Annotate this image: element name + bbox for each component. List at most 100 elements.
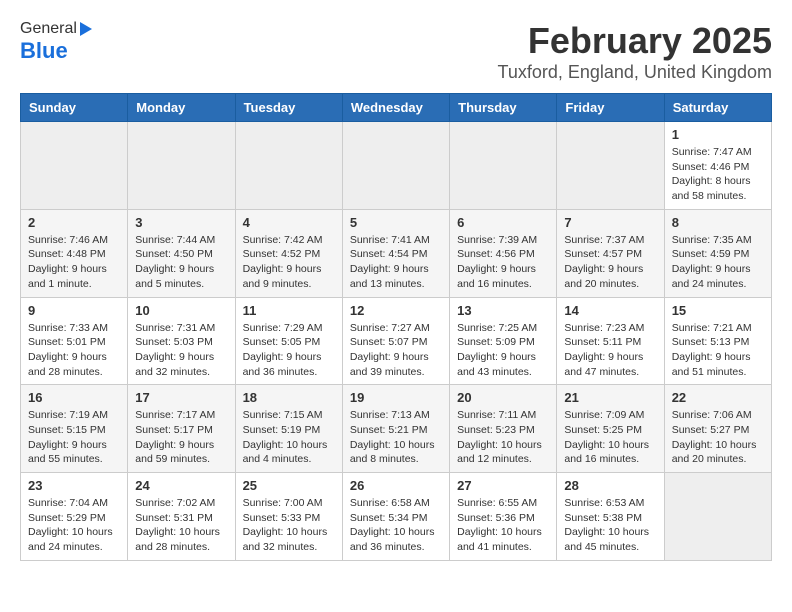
calendar-cell: 17 Sunrise: 7:17 AMSunset: 5:17 PMDayligh… [128,385,235,473]
day-info: Sunrise: 6:58 AMSunset: 5:34 PMDaylight:… [350,496,442,555]
calendar-cell: 6 Sunrise: 7:39 AMSunset: 4:56 PMDaylight… [450,209,557,297]
calendar-cell: 5 Sunrise: 7:41 AMSunset: 4:54 PMDaylight… [342,209,449,297]
weekday-header-monday: Monday [128,94,235,122]
calendar-cell: 20 Sunrise: 7:11 AMSunset: 5:23 PMDayligh… [450,385,557,473]
day-info: Sunrise: 7:21 AMSunset: 5:13 PMDaylight:… [672,321,764,380]
calendar-cell: 16Sunrise: 7:19 AMSunset: 5:15 PMDayligh… [21,385,128,473]
day-number: 4 [243,215,335,230]
day-number: 7 [564,215,656,230]
calendar-location: Tuxford, England, United Kingdom [498,62,773,83]
day-number: 8 [672,215,764,230]
day-number: 6 [457,215,549,230]
calendar-cell: 15 Sunrise: 7:21 AMSunset: 5:13 PMDayligh… [664,297,771,385]
day-info: Sunrise: 7:11 AMSunset: 5:23 PMDaylight:… [457,408,549,467]
day-number: 23 [28,478,120,493]
calendar-cell [450,122,557,210]
calendar-cell: 11 Sunrise: 7:29 AMSunset: 5:05 PMDayligh… [235,297,342,385]
calendar-cell [342,122,449,210]
day-number: 17 [135,390,227,405]
day-info: Sunrise: 7:44 AMSunset: 4:50 PMDaylight:… [135,233,227,292]
logo-general-text: General [20,20,77,38]
day-info: Sunrise: 7:09 AMSunset: 5:25 PMDaylight:… [564,408,656,467]
week-row-1: 1 Sunrise: 7:47 AMSunset: 4:46 PMDaylight… [21,122,772,210]
week-row-4: 16Sunrise: 7:19 AMSunset: 5:15 PMDayligh… [21,385,772,473]
day-number: 22 [672,390,764,405]
day-info: Sunrise: 7:02 AMSunset: 5:31 PMDaylight:… [135,496,227,555]
day-info: Sunrise: 7:17 AMSunset: 5:17 PMDaylight:… [135,408,227,467]
day-info: Sunrise: 7:42 AMSunset: 4:52 PMDaylight:… [243,233,335,292]
day-info: Sunrise: 7:37 AMSunset: 4:57 PMDaylight:… [564,233,656,292]
calendar-cell: 25Sunrise: 7:00 AMSunset: 5:33 PMDayligh… [235,473,342,561]
day-number: 21 [564,390,656,405]
day-info: Sunrise: 7:39 AMSunset: 4:56 PMDaylight:… [457,233,549,292]
day-info: Sunrise: 7:25 AMSunset: 5:09 PMDaylight:… [457,321,549,380]
day-number: 5 [350,215,442,230]
day-number: 28 [564,478,656,493]
day-number: 26 [350,478,442,493]
weekday-header-saturday: Saturday [664,94,771,122]
day-info: Sunrise: 6:53 AMSunset: 5:38 PMDaylight:… [564,496,656,555]
calendar-table: SundayMondayTuesdayWednesdayThursdayFrid… [20,93,772,561]
logo-blue-text: Blue [20,38,68,64]
calendar-cell [21,122,128,210]
page-header: General Blue February 2025 Tuxford, Engl… [20,20,772,83]
day-number: 14 [564,303,656,318]
day-info: Sunrise: 7:35 AMSunset: 4:59 PMDaylight:… [672,233,764,292]
week-row-3: 9Sunrise: 7:33 AMSunset: 5:01 PMDaylight… [21,297,772,385]
day-number: 1 [672,127,764,142]
day-info: Sunrise: 7:19 AMSunset: 5:15 PMDaylight:… [28,408,120,467]
calendar-cell: 19 Sunrise: 7:13 AMSunset: 5:21 PMDayligh… [342,385,449,473]
calendar-cell: 23 Sunrise: 7:04 AMSunset: 5:29 PMDayligh… [21,473,128,561]
weekday-header-tuesday: Tuesday [235,94,342,122]
weekday-header-thursday: Thursday [450,94,557,122]
calendar-cell: 27 Sunrise: 6:55 AMSunset: 5:36 PMDayligh… [450,473,557,561]
day-number: 24 [135,478,227,493]
day-number: 18 [243,390,335,405]
weekday-header-friday: Friday [557,94,664,122]
day-info: Sunrise: 7:31 AMSunset: 5:03 PMDaylight:… [135,321,227,380]
calendar-cell [664,473,771,561]
day-number: 27 [457,478,549,493]
calendar-cell [557,122,664,210]
day-info: Sunrise: 7:47 AMSunset: 4:46 PMDaylight:… [672,145,764,204]
week-row-2: 2 Sunrise: 7:46 AMSunset: 4:48 PMDaylight… [21,209,772,297]
calendar-cell: 18 Sunrise: 7:15 AMSunset: 5:19 PMDayligh… [235,385,342,473]
day-number: 19 [350,390,442,405]
day-number: 3 [135,215,227,230]
day-info: Sunrise: 7:27 AMSunset: 5:07 PMDaylight:… [350,321,442,380]
day-info: Sunrise: 7:46 AMSunset: 4:48 PMDaylight:… [28,233,120,292]
calendar-cell: 10Sunrise: 7:31 AMSunset: 5:03 PMDayligh… [128,297,235,385]
calendar-cell: 7 Sunrise: 7:37 AMSunset: 4:57 PMDaylight… [557,209,664,297]
day-number: 15 [672,303,764,318]
day-info: Sunrise: 7:23 AMSunset: 5:11 PMDaylight:… [564,321,656,380]
day-info: Sunrise: 7:15 AMSunset: 5:19 PMDaylight:… [243,408,335,467]
day-number: 11 [243,303,335,318]
calendar-title: February 2025 [498,20,773,62]
day-info: Sunrise: 7:29 AMSunset: 5:05 PMDaylight:… [243,321,335,380]
calendar-cell [235,122,342,210]
day-info: Sunrise: 7:06 AMSunset: 5:27 PMDaylight:… [672,408,764,467]
calendar-cell: 3 Sunrise: 7:44 AMSunset: 4:50 PMDaylight… [128,209,235,297]
calendar-cell: 14 Sunrise: 7:23 AMSunset: 5:11 PMDayligh… [557,297,664,385]
calendar-cell: 24 Sunrise: 7:02 AMSunset: 5:31 PMDayligh… [128,473,235,561]
calendar-cell: 12 Sunrise: 7:27 AMSunset: 5:07 PMDayligh… [342,297,449,385]
day-info: Sunrise: 6:55 AMSunset: 5:36 PMDaylight:… [457,496,549,555]
calendar-cell: 1 Sunrise: 7:47 AMSunset: 4:46 PMDaylight… [664,122,771,210]
weekday-header-wednesday: Wednesday [342,94,449,122]
logo: General Blue [20,20,92,64]
day-number: 20 [457,390,549,405]
day-info: Sunrise: 7:04 AMSunset: 5:29 PMDaylight:… [28,496,120,555]
week-row-5: 23 Sunrise: 7:04 AMSunset: 5:29 PMDayligh… [21,473,772,561]
day-info: Sunrise: 7:13 AMSunset: 5:21 PMDaylight:… [350,408,442,467]
title-block: February 2025 Tuxford, England, United K… [498,20,773,83]
calendar-cell: 8 Sunrise: 7:35 AMSunset: 4:59 PMDaylight… [664,209,771,297]
calendar-cell: 9Sunrise: 7:33 AMSunset: 5:01 PMDaylight… [21,297,128,385]
calendar-cell: 22 Sunrise: 7:06 AMSunset: 5:27 PMDayligh… [664,385,771,473]
weekday-header-sunday: Sunday [21,94,128,122]
day-number: 2 [28,215,120,230]
weekday-header-row: SundayMondayTuesdayWednesdayThursdayFrid… [21,94,772,122]
day-number: 12 [350,303,442,318]
calendar-cell [128,122,235,210]
calendar-cell: 28 Sunrise: 6:53 AMSunset: 5:38 PMDayligh… [557,473,664,561]
day-info: Sunrise: 7:41 AMSunset: 4:54 PMDaylight:… [350,233,442,292]
